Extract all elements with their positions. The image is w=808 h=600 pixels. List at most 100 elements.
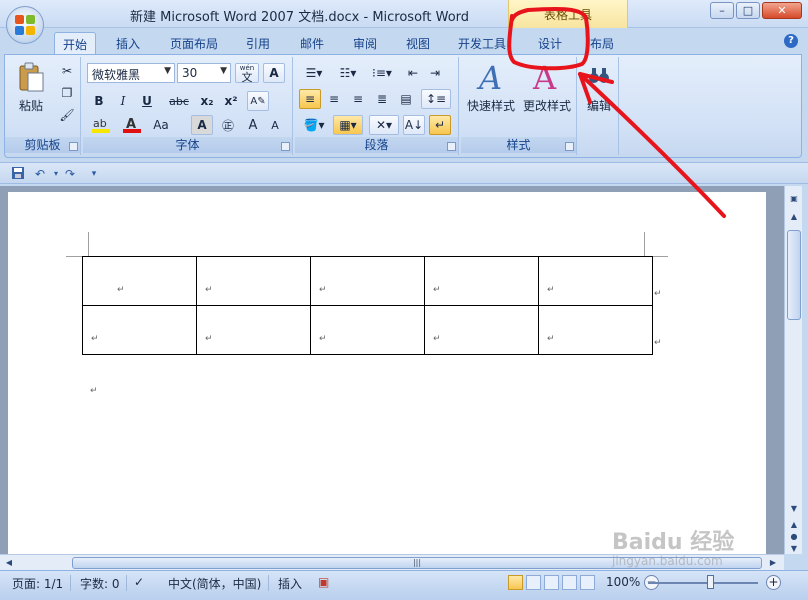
shading-icon[interactable]: 🪣▾	[299, 115, 329, 135]
italic-button[interactable]: I	[113, 91, 133, 111]
quick-styles-label[interactable]: 快速样式	[463, 97, 519, 114]
align-right-icon[interactable]: ≡	[347, 89, 369, 109]
highlight-color-button[interactable]: ab	[89, 115, 115, 135]
cut-icon[interactable]: ✂	[57, 61, 77, 81]
tab-mailings[interactable]: 邮件	[292, 32, 332, 54]
borders-icon[interactable]: ▦▾	[333, 115, 363, 135]
table-cell[interactable]: ↵	[310, 305, 425, 355]
line-spacing-icon[interactable]: ↕≡	[421, 89, 451, 109]
tab-table-design[interactable]: 设计	[530, 32, 570, 54]
zoom-level[interactable]: 100%	[606, 575, 640, 589]
tab-home[interactable]: 开始	[54, 32, 97, 54]
scroll-left-icon[interactable]: ◀	[2, 556, 16, 570]
vertical-scroll-thumb[interactable]	[787, 230, 801, 320]
grow-font-button[interactable]: A	[243, 115, 263, 135]
superscript-button[interactable]: x²	[221, 91, 241, 111]
page-count[interactable]: 页面: 1/1	[12, 575, 63, 592]
shrink-font-button[interactable]: A	[265, 115, 285, 135]
tab-page-layout[interactable]: 页面布局	[162, 32, 226, 54]
change-styles-label[interactable]: 更改样式	[519, 97, 575, 114]
justify-icon[interactable]: ≣	[371, 89, 393, 109]
print-layout-view-icon[interactable]	[508, 575, 523, 590]
tab-references[interactable]: 引用	[238, 32, 278, 54]
subscript-button[interactable]: x₂	[197, 91, 217, 111]
maximize-button[interactable]: □	[736, 2, 760, 19]
undo-icon[interactable]: ↶	[32, 166, 48, 182]
clear-formatting-icon[interactable]: A✎	[247, 91, 269, 111]
customize-qat-icon[interactable]: ▾	[86, 166, 102, 182]
table-cell[interactable]: ↵	[538, 305, 653, 355]
show-marks-icon[interactable]: ↵	[429, 115, 451, 135]
draft-view-icon[interactable]	[580, 575, 595, 590]
align-center-icon[interactable]: ≡	[323, 89, 345, 109]
change-styles-icon[interactable]: A	[529, 59, 563, 95]
paste-icon[interactable]	[15, 61, 47, 95]
phonetic-guide-button[interactable]: wén 文	[235, 63, 259, 83]
scroll-down-icon[interactable]: ▼	[787, 502, 801, 516]
table-cell[interactable]: ↵	[310, 256, 425, 306]
enclose-characters-icon[interactable]: ㊣	[217, 115, 239, 135]
macro-record-icon[interactable]: ▣	[318, 575, 329, 589]
format-painter-icon[interactable]: 🖌	[57, 105, 77, 125]
office-button[interactable]	[6, 6, 44, 44]
table-cell[interactable]: ↵	[424, 305, 539, 355]
decrease-indent-icon[interactable]: ⇤	[403, 63, 423, 83]
multilevel-list-icon[interactable]: ⁝≡▾	[367, 63, 397, 83]
change-case-button[interactable]: Aa	[151, 115, 171, 135]
increase-indent-icon[interactable]: ⇥	[425, 63, 445, 83]
distributed-icon[interactable]: ▤	[395, 89, 417, 109]
bold-button[interactable]: B	[89, 91, 109, 111]
language-indicator[interactable]: 中文(简体，中国)	[168, 575, 261, 592]
font-size-combo[interactable]: 30 ▼	[177, 63, 231, 83]
redo-icon[interactable]: ↷	[62, 166, 78, 182]
character-shading-icon[interactable]: A	[191, 115, 213, 135]
vertical-scrollbar[interactable]: ▣ ▲ ▼ ▲ ● ▼	[784, 186, 802, 554]
table-cell[interactable]: ↵	[82, 256, 197, 306]
sort-icon[interactable]: A↓	[403, 115, 425, 135]
binoculars-icon[interactable]	[587, 63, 611, 87]
numbering-icon[interactable]: ☷▾	[333, 63, 363, 83]
editing-button-label[interactable]: 编辑	[581, 97, 617, 114]
proofing-icon[interactable]: ✓	[134, 575, 144, 589]
table-cell[interactable]: ↵	[424, 256, 539, 306]
bullets-icon[interactable]: ☰▾	[299, 63, 329, 83]
zoom-slider-thumb[interactable]	[707, 575, 714, 589]
paragraph-launcher-icon[interactable]	[447, 142, 456, 151]
table-cell[interactable]: ↵	[196, 256, 311, 306]
character-border-button[interactable]: A	[263, 63, 285, 83]
table-cell[interactable]: ↵	[538, 256, 653, 306]
scroll-up-icon[interactable]: ▲	[787, 210, 801, 224]
close-button[interactable]: ✕	[762, 2, 802, 19]
full-screen-reading-icon[interactable]	[526, 575, 541, 590]
quick-styles-icon[interactable]: A	[475, 59, 509, 95]
styles-launcher-icon[interactable]	[565, 142, 574, 151]
tab-table-layout[interactable]: 布局	[582, 32, 622, 54]
word-count[interactable]: 字数: 0	[80, 575, 120, 592]
document-page[interactable]: ↵ ↵ ↵ ↵ ↵ ↵ ↵ ↵ ↵ ↵ ↵ ↵ ↵	[8, 192, 766, 554]
chinese-layout-icon[interactable]: ✕▾	[369, 115, 399, 135]
document-table[interactable]: ↵ ↵ ↵ ↵ ↵ ↵ ↵ ↵ ↵ ↵	[82, 256, 653, 355]
copy-icon[interactable]: ❐	[57, 83, 77, 103]
save-icon[interactable]	[10, 166, 26, 182]
tab-view[interactable]: 视图	[398, 32, 438, 54]
paste-label[interactable]: 粘贴	[13, 97, 49, 114]
tab-insert[interactable]: 插入	[108, 32, 148, 54]
font-color-button[interactable]: A	[121, 115, 143, 135]
outline-view-icon[interactable]	[562, 575, 577, 590]
font-launcher-icon[interactable]	[281, 142, 290, 151]
web-layout-icon[interactable]	[544, 575, 559, 590]
help-icon[interactable]: ?	[784, 34, 798, 48]
underline-button[interactable]: U	[137, 91, 157, 111]
clipboard-launcher-icon[interactable]	[69, 142, 78, 151]
table-cell[interactable]: ↵	[196, 305, 311, 355]
minimize-button[interactable]: –	[710, 2, 734, 19]
font-name-combo[interactable]: 微软雅黑 ▼	[87, 63, 175, 83]
ruler-toggle-icon[interactable]: ▣	[787, 192, 801, 206]
align-left-icon[interactable]: ≡	[299, 89, 321, 109]
zoom-in-icon[interactable]: +	[766, 575, 781, 590]
tab-developer[interactable]: 开发工具	[450, 32, 514, 54]
tab-review[interactable]: 审阅	[345, 32, 385, 54]
insert-mode[interactable]: 插入	[278, 575, 302, 592]
strikethrough-button[interactable]: abc	[169, 91, 189, 111]
zoom-slider-track[interactable]	[648, 582, 758, 584]
